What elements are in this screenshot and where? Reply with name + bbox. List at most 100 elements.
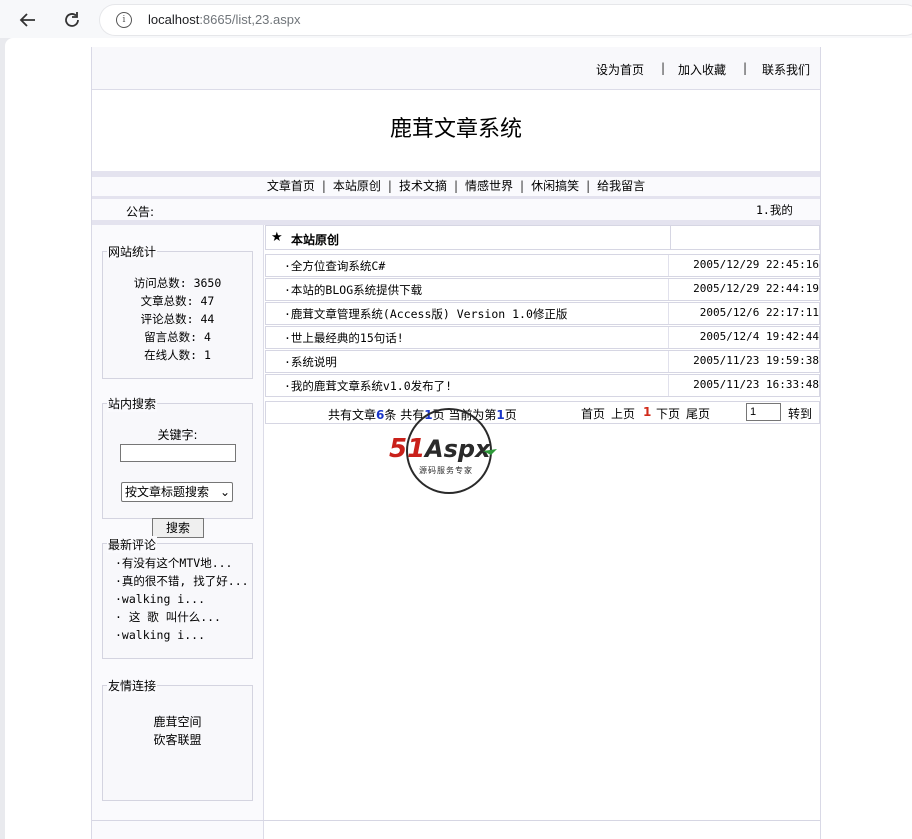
page-viewport: 设为首页 | 加入收藏 | 联系我们 鹿茸文章系统 文章首页 | 本站原创 | 技术文摘… bbox=[5, 38, 912, 839]
menu-item-guestbook[interactable]: 给我留言 bbox=[597, 179, 645, 193]
article-title-link[interactable]: ·世上最经典的15句话! bbox=[284, 330, 404, 346]
article-date: 2005/12/29 22:44:19 bbox=[693, 282, 819, 295]
article-date: 2005/11/23 16:33:48 bbox=[693, 378, 819, 391]
stat-comments: 评论总数: 44 bbox=[140, 312, 215, 326]
divider bbox=[668, 351, 669, 372]
article-title-link[interactable]: ·鹿茸文章管理系统(Access版) Version 1.0修正版 bbox=[284, 306, 567, 322]
divider: | bbox=[520, 179, 525, 193]
search-legend: 站内搜索 bbox=[107, 395, 158, 412]
divider: | bbox=[661, 61, 666, 75]
divider: | bbox=[321, 179, 326, 193]
url-text: localhost:8665/list,23.aspx bbox=[148, 12, 301, 27]
address-bar[interactable]: i localhost:8665/list,23.aspx bbox=[100, 5, 912, 35]
left-sidebar: 网站统计 访问总数: 3650 文章总数: 47 评论总数: 44 留言总数: … bbox=[92, 225, 264, 839]
browser-toolbar: i localhost:8665/list,23.aspx bbox=[0, 0, 912, 38]
divider: | bbox=[586, 179, 591, 193]
article-date: 2005/12/29 22:45:16 bbox=[693, 258, 819, 271]
divider bbox=[668, 327, 669, 348]
divider bbox=[668, 375, 669, 396]
notice-ticker[interactable]: 1.我的 bbox=[756, 202, 793, 218]
menu-item-fun[interactable]: 休闲搞笑 bbox=[531, 179, 579, 193]
contact-us-link[interactable]: 联系我们 bbox=[762, 61, 810, 78]
svg-text:Aspx: Aspx bbox=[423, 435, 492, 463]
article-date: 2005/12/4 19:42:44 bbox=[699, 330, 819, 343]
watermark-logo-graphic: 51 Aspx 源码服务专家 bbox=[389, 408, 497, 494]
page-number[interactable]: 1 bbox=[643, 405, 651, 419]
divider bbox=[668, 255, 669, 276]
notice-label: 公告: bbox=[126, 205, 155, 219]
table-row: ·鹿茸文章管理系统(Access版) Version 1.0修正版 2005/1… bbox=[265, 302, 820, 325]
comment-item[interactable]: ·有没有这个MTV地... bbox=[103, 554, 252, 572]
comment-item[interactable]: · 这 歌 叫什么... bbox=[103, 608, 252, 626]
table-row: ·世上最经典的15句话! 2005/12/4 19:42:44 bbox=[265, 326, 820, 349]
section-header: ★ 本站原创 bbox=[265, 225, 820, 250]
stat-articles: 文章总数: 47 bbox=[140, 294, 215, 308]
friend-link[interactable]: 砍客联盟 bbox=[103, 731, 252, 749]
friend-links-legend: 友情连接 bbox=[107, 677, 158, 694]
page-container: 设为首页 | 加入收藏 | 联系我们 鹿茸文章系统 文章首页 | 本站原创 | 技术文摘… bbox=[91, 47, 821, 839]
total-prefix: 共有文章 bbox=[328, 408, 377, 422]
menu-item-tech[interactable]: 技术文摘 bbox=[399, 179, 447, 193]
star-icon: ★ bbox=[271, 230, 283, 245]
stat-messages: 留言总数: 4 bbox=[144, 330, 211, 344]
divider: | bbox=[743, 61, 748, 75]
pagination-bar: 共有文章6条 共有1页 当前为第1页 首页 上页 1 下页 尾页 转到 bbox=[265, 401, 820, 424]
search-button[interactable]: 搜索 bbox=[152, 518, 204, 538]
divider bbox=[668, 279, 669, 300]
svg-text:源码服务专家: 源码服务专家 bbox=[419, 465, 473, 475]
friend-links-box: 友情连接 鹿茸空间 砍客联盟 bbox=[102, 677, 253, 801]
friend-link[interactable]: 鹿茸空间 bbox=[103, 713, 252, 731]
comment-item[interactable]: ·真的很不错, 找了好... bbox=[103, 572, 252, 590]
menu-item-home[interactable]: 文章首页 bbox=[267, 179, 315, 193]
url-host: localhost bbox=[148, 12, 200, 27]
stat-online: 在线人数: 1 bbox=[144, 348, 211, 362]
article-title-link[interactable]: ·我的鹿茸文章系统v1.0发布了! bbox=[284, 378, 452, 394]
search-box: 站内搜索 关键字: 按文章标题搜索 ⌄ bbox=[102, 395, 253, 519]
menu-item-emotion[interactable]: 情感世界 bbox=[465, 179, 513, 193]
last-page-link[interactable]: 尾页 bbox=[686, 405, 710, 422]
stats-legend: 网站统计 bbox=[107, 243, 158, 260]
article-date: 2005/12/6 22:17:11 bbox=[699, 306, 819, 319]
next-page-link[interactable]: 下页 bbox=[656, 405, 680, 422]
first-page-link[interactable]: 首页 bbox=[581, 405, 605, 422]
divider bbox=[670, 226, 671, 249]
comments-legend: 最新评论 bbox=[107, 536, 158, 553]
keyword-label: 关键字: bbox=[157, 428, 198, 442]
search-type-select[interactable]: 按文章标题搜索 ⌄ bbox=[121, 482, 233, 502]
table-row: ·全方位查询系统C# 2005/12/29 22:45:16 bbox=[265, 254, 820, 277]
comment-item[interactable]: ·walking i... bbox=[103, 590, 252, 608]
add-favorite-link[interactable]: 加入收藏 bbox=[678, 61, 726, 78]
table-row: ·本站的BLOG系统提供下载 2005/12/29 22:44:19 bbox=[265, 278, 820, 301]
divider: | bbox=[453, 179, 459, 193]
divider bbox=[668, 303, 669, 324]
article-title-link[interactable]: ·全方位查询系统C# bbox=[284, 258, 385, 274]
set-homepage-link[interactable]: 设为首页 bbox=[596, 61, 644, 78]
reload-icon[interactable] bbox=[60, 8, 84, 32]
prev-page-link[interactable]: 上页 bbox=[611, 405, 635, 422]
table-row: ·系统说明 2005/11/23 19:59:38 bbox=[265, 350, 820, 373]
menu-item-original[interactable]: 本站原创 bbox=[333, 179, 381, 193]
comments-box: 最新评论 ·有没有这个MTV地... ·真的很不错, 找了好... ·walki… bbox=[102, 536, 253, 659]
stat-visits: 访问总数: 3650 bbox=[133, 276, 222, 290]
article-date: 2005/11/23 19:59:38 bbox=[693, 354, 819, 367]
table-row: ·我的鹿茸文章系统v1.0发布了! 2005/11/23 16:33:48 bbox=[265, 374, 820, 397]
section-title: 本站原创 bbox=[291, 233, 340, 247]
site-title: 鹿茸文章系统 bbox=[389, 117, 522, 142]
chevron-down-icon: ⌄ bbox=[219, 485, 230, 499]
main-menu: 文章首页 | 本站原创 | 技术文摘 | 情感世界 | 休闲搞笑 | 给我留言 bbox=[92, 177, 820, 196]
goto-page-input[interactable] bbox=[746, 403, 781, 421]
keyword-input[interactable] bbox=[120, 444, 236, 462]
divider: | bbox=[387, 179, 392, 193]
site-info-icon[interactable]: i bbox=[116, 12, 132, 28]
notice-bar: 公告: 1.我的 bbox=[92, 199, 820, 220]
back-arrow-icon[interactable] bbox=[16, 8, 40, 32]
watermark-logo: 51 Aspx 源码服务专家 bbox=[387, 407, 517, 499]
goto-button[interactable]: 转到 bbox=[788, 405, 812, 422]
top-links-bar: 设为首页 | 加入收藏 | 联系我们 bbox=[92, 47, 820, 90]
comment-item[interactable]: ·walking i... bbox=[103, 626, 252, 644]
article-title-link[interactable]: ·系统说明 bbox=[284, 354, 337, 370]
footer-divider bbox=[92, 820, 820, 821]
stats-box: 网站统计 访问总数: 3650 文章总数: 47 评论总数: 44 留言总数: … bbox=[102, 243, 253, 379]
article-title-link[interactable]: ·本站的BLOG系统提供下载 bbox=[284, 282, 422, 298]
url-path: :8665/list,23.aspx bbox=[199, 12, 301, 27]
